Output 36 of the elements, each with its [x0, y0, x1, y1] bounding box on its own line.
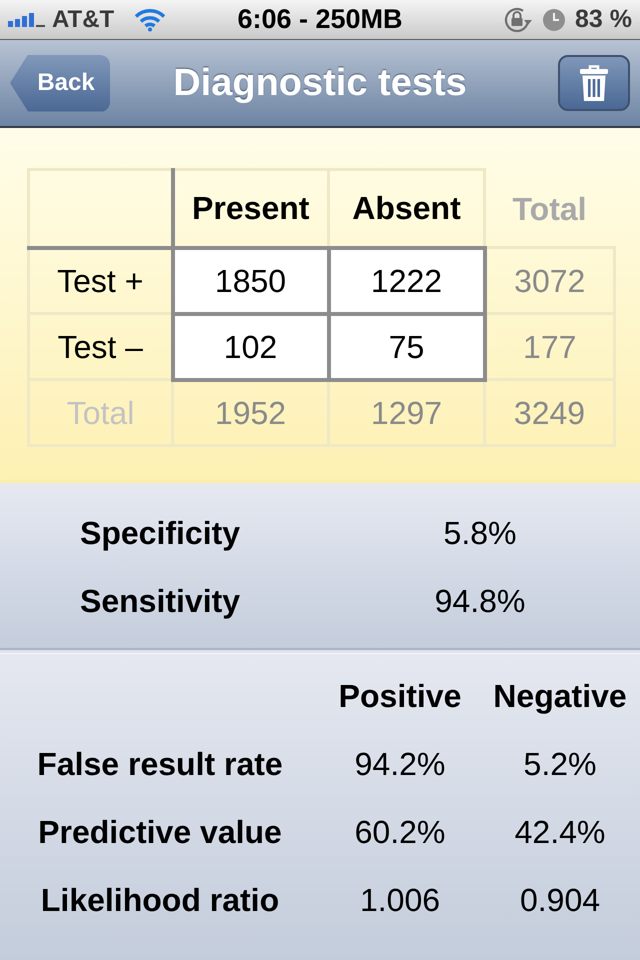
table-cell: 1952: [172, 380, 328, 446]
row-header: Total: [28, 380, 172, 446]
metric-value: 1.006: [360, 881, 440, 920]
table-cell: 3072: [484, 248, 614, 314]
column-header: Total: [484, 170, 614, 248]
metric-label: Specificity: [80, 514, 240, 553]
wifi-icon: [134, 8, 166, 32]
metric-value: 94.8%: [434, 582, 526, 621]
delete-button[interactable]: [558, 55, 630, 111]
carrier-name: AT&T: [52, 8, 114, 32]
back-button[interactable]: Back: [10, 54, 110, 112]
table-cell: 1297: [328, 380, 484, 446]
column-header: Positive: [338, 677, 462, 716]
metric-value: 5.2%: [524, 745, 596, 784]
input-field[interactable]: 75: [328, 314, 484, 380]
metric-label: Sensitivity: [80, 582, 240, 621]
input-field[interactable]: 1222: [328, 248, 484, 314]
metric-value: 5.8%: [444, 514, 516, 553]
input-field[interactable]: 1850: [172, 248, 328, 314]
metric-label: Predictive value: [38, 813, 282, 852]
metric-value: 60.2%: [354, 813, 446, 852]
column-header: Negative: [493, 677, 627, 716]
metric-label: Likelihood ratio: [40, 881, 280, 920]
signal-strength-icon: [8, 12, 46, 27]
clock-icon: [543, 8, 566, 30]
trash-icon: [580, 65, 608, 101]
metric-value: 42.4%: [514, 813, 606, 852]
table-cell: 177: [484, 314, 614, 380]
metric-label: False result rate: [37, 745, 283, 784]
metric-value: 94.2%: [354, 745, 446, 784]
status-time: 6:06 - 250MB: [237, 6, 403, 33]
input-field[interactable]: 102: [172, 314, 328, 380]
table-cell: 3249: [484, 380, 614, 446]
battery-percentage: 83 %: [575, 7, 632, 32]
screen-title: Diagnostic tests: [173, 64, 467, 102]
metric-value: 0.904: [520, 881, 600, 920]
